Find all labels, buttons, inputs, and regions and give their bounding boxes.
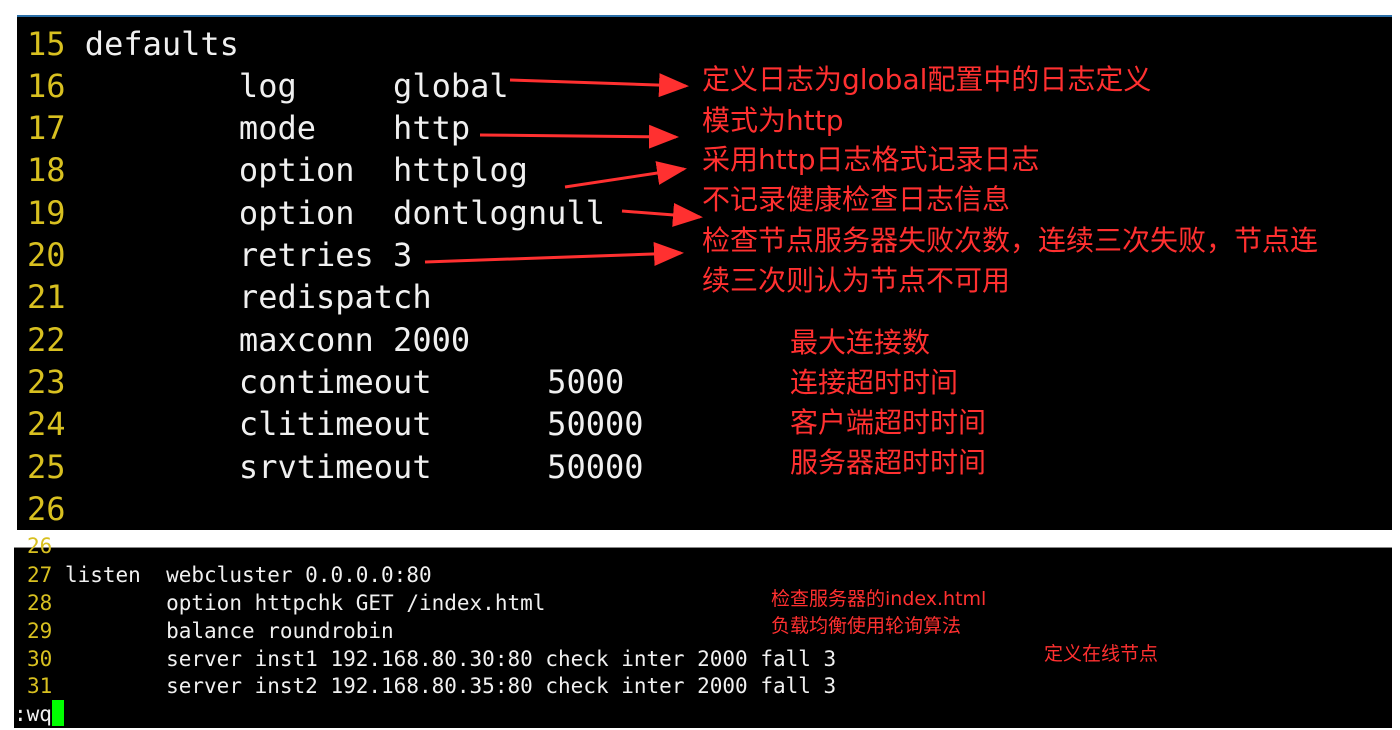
- arrow: [621, 202, 703, 227]
- arrow: [479, 124, 679, 149]
- arrow: [509, 73, 689, 98]
- annotation-arrows: [424, 73, 703, 266]
- arrow: [424, 241, 684, 266]
- arrow: [564, 161, 687, 189]
